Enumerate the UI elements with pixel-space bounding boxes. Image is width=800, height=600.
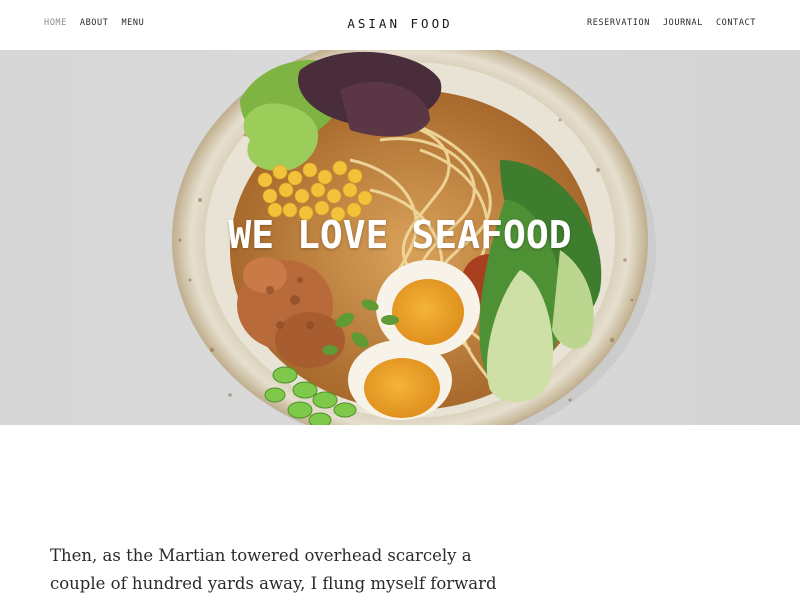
secondary-nav: RESERVATION JOURNAL CONTACT: [587, 18, 756, 28]
intro-paragraph: Then, as the Martian towered overhead sc…: [50, 546, 497, 593]
nav-journal-link[interactable]: JOURNAL: [663, 18, 703, 28]
hero-title: WE LOVE SEAFOOD: [228, 213, 572, 257]
hero-banner: WE LOVE SEAFOOD: [0, 50, 800, 425]
nav-reservation-link[interactable]: RESERVATION: [587, 18, 650, 28]
nav-contact-link[interactable]: CONTACT: [716, 18, 756, 28]
site-header: HOME ABOUT MENU ASIAN FOOD RESERVATION J…: [0, 0, 800, 50]
